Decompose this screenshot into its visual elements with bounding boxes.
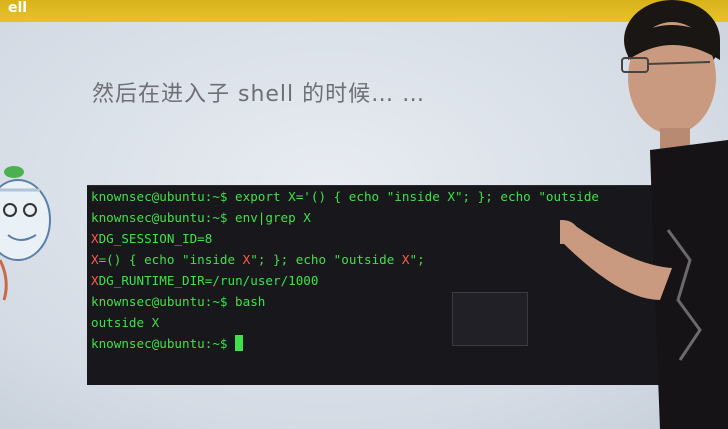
terminal-overlay-window	[452, 292, 528, 346]
slide-title: 然后在进入子 shell 的时候… …	[92, 82, 426, 107]
mascot-icon	[0, 166, 51, 301]
presenter-figure	[560, 0, 728, 429]
terminal-cursor	[235, 335, 244, 351]
header-text: ell	[8, 0, 28, 16]
